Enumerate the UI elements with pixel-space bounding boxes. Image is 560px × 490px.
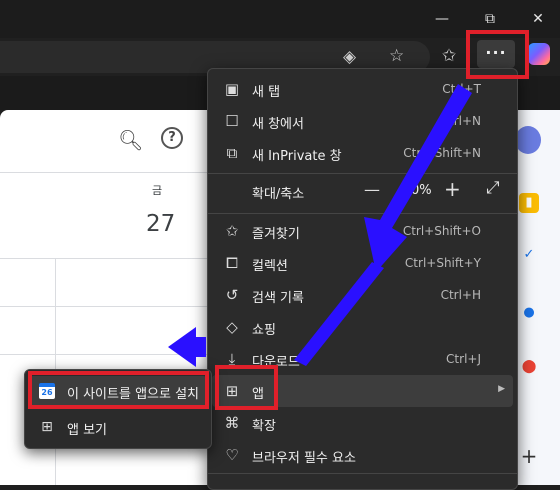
arrow-from-apps-thin (294, 262, 384, 366)
annotation-arrows (168, 84, 472, 367)
arrow-to-apps (364, 84, 472, 272)
arrow-to-submenu (168, 327, 206, 367)
